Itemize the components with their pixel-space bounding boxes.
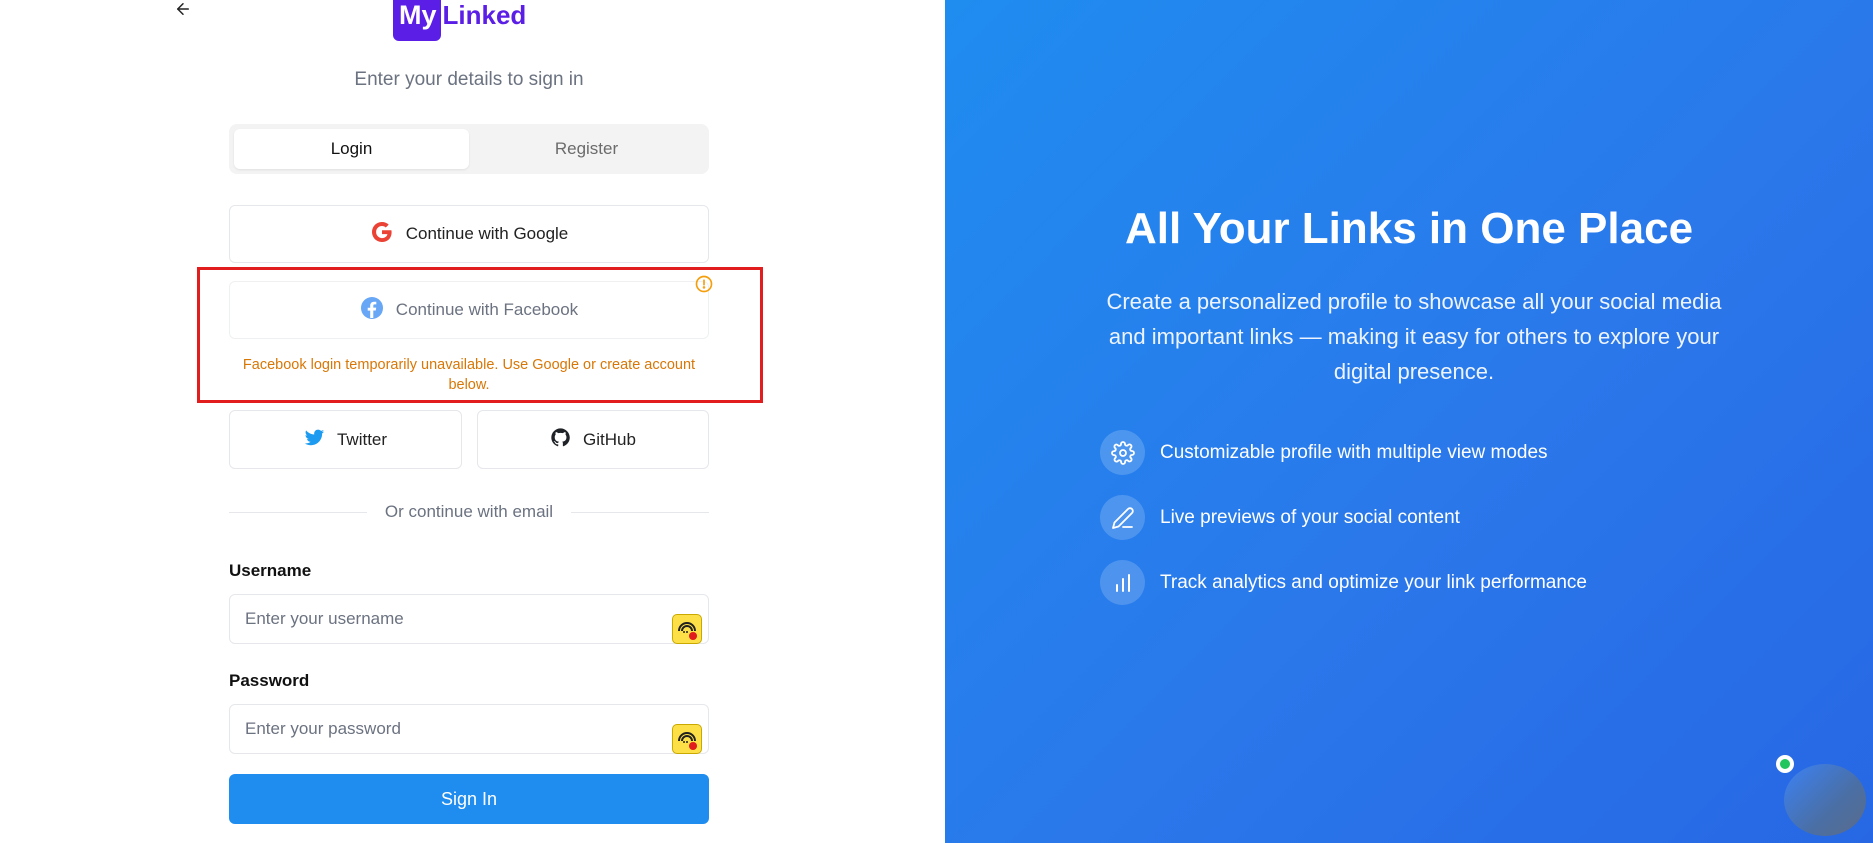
- password-manager-icon[interactable]: [672, 614, 702, 644]
- divider-line-right: [571, 511, 709, 513]
- facebook-signin-button[interactable]: Continue with Facebook: [229, 281, 709, 339]
- feature-item: Track analytics and optimize your link p…: [1100, 560, 1587, 605]
- password-label: Password: [229, 671, 310, 690]
- password-field-wrapper: [229, 704, 709, 754]
- username-label: Username: [229, 561, 312, 580]
- hero-description: Create a personalized profile to showcas…: [1106, 289, 1722, 384]
- hero-title: All Your Links in One Place: [1124, 204, 1694, 253]
- google-button-label: Continue with Google: [405, 224, 569, 243]
- google-signin-button[interactable]: Continue with Google: [229, 205, 709, 263]
- divider-line-left: [229, 511, 367, 513]
- feature-item: Customizable profile with multiple view …: [1100, 430, 1548, 475]
- twitter-icon: [304, 427, 325, 453]
- google-icon: [370, 220, 394, 249]
- divider-text: Or continue with email: [384, 502, 554, 521]
- logo-my: My: [393, 0, 441, 41]
- facebook-button-label: Continue with Facebook: [395, 300, 579, 319]
- pen-icon: [1100, 495, 1145, 540]
- facebook-error-message: Facebook login temporarily unavailable. …: [242, 357, 696, 393]
- back-arrow-icon[interactable]: [174, 0, 194, 18]
- signin-subtitle: Enter your details to sign in: [354, 69, 584, 90]
- gear-icon: [1100, 430, 1145, 475]
- warning-icon: [695, 275, 713, 293]
- sign-in-button[interactable]: Sign In: [229, 774, 709, 824]
- github-signin-button[interactable]: GitHub: [477, 410, 709, 469]
- tab-login[interactable]: Login: [234, 129, 469, 169]
- feature-text: Live previews of your social content: [1160, 506, 1460, 528]
- feature-text: Track analytics and optimize your link p…: [1160, 571, 1587, 593]
- chat-widget-button[interactable]: [1784, 764, 1866, 836]
- twitter-signin-button[interactable]: Twitter: [229, 410, 462, 469]
- twitter-button-label: Twitter: [336, 429, 388, 449]
- password-input[interactable]: [230, 705, 708, 753]
- auth-tabs: Login Register: [229, 124, 709, 174]
- feature-item: Live previews of your social content: [1100, 495, 1460, 540]
- bar-chart-icon: [1100, 560, 1145, 605]
- facebook-icon: [360, 296, 384, 325]
- username-input[interactable]: [230, 595, 708, 643]
- github-button-label: GitHub: [583, 429, 636, 449]
- hero-panel: All Your Links in One Place Create a per…: [945, 0, 1873, 843]
- username-field-wrapper: [229, 594, 709, 644]
- email-divider: Or continue with email: [229, 501, 709, 523]
- password-manager-icon[interactable]: [672, 724, 702, 754]
- logo-linked: Linked: [442, 0, 527, 30]
- online-status-indicator: [1776, 755, 1794, 773]
- auth-panel: My Linked Enter your details to sign in …: [0, 0, 945, 843]
- github-icon: [550, 427, 571, 453]
- brand-logo[interactable]: My Linked: [393, 0, 526, 41]
- feature-text: Customizable profile with multiple view …: [1160, 441, 1548, 463]
- tab-register[interactable]: Register: [469, 129, 704, 169]
